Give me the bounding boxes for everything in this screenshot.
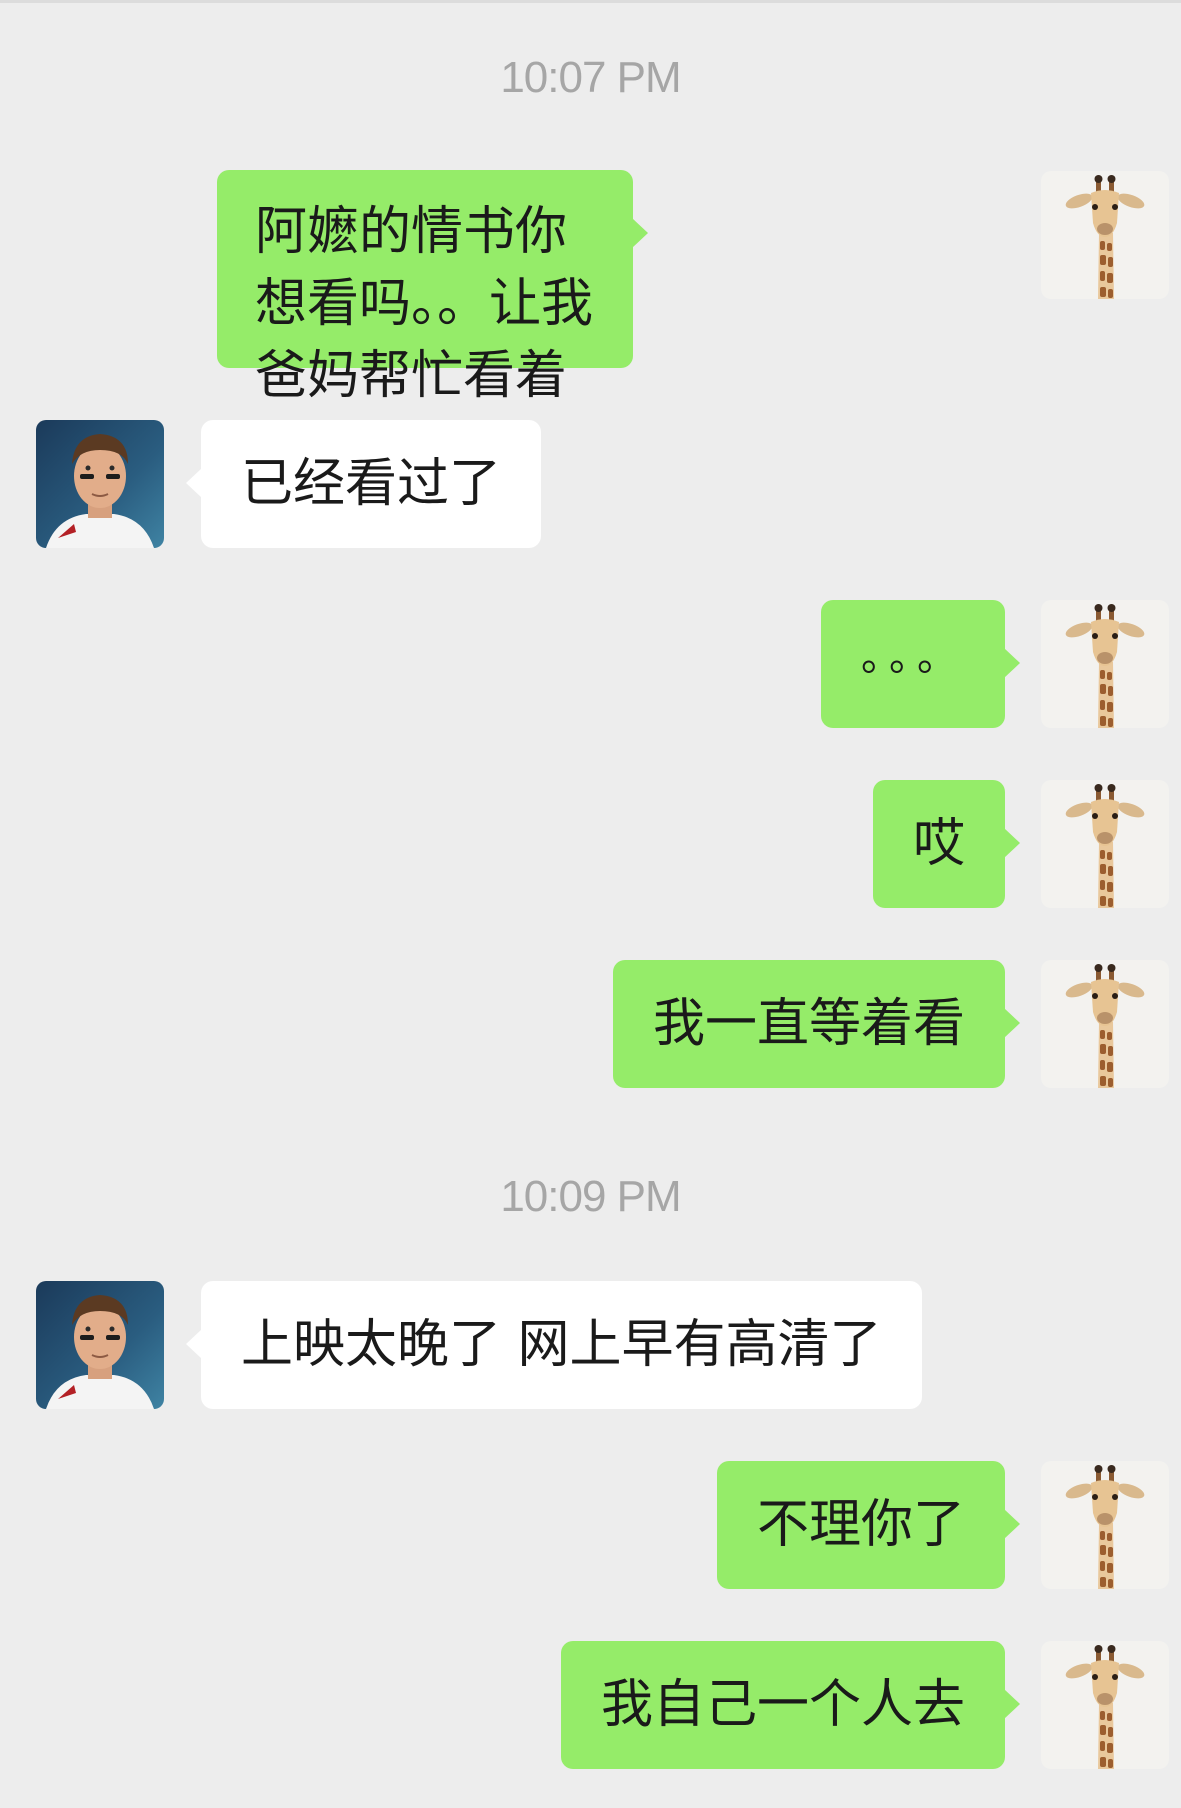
message-bubble-mine[interactable]: 。。。 <box>821 600 1020 728</box>
giraffe-avatar-icon[interactable] <box>1041 171 1169 299</box>
giraffe-avatar-icon[interactable] <box>1041 1641 1169 1769</box>
message-text: 哎 <box>912 814 965 874</box>
message-bubble-mine[interactable]: 不理你了 <box>716 1461 1021 1589</box>
giraffe-avatar-icon[interactable] <box>1041 1461 1169 1589</box>
message-bubble-theirs[interactable]: 已经看过了 <box>185 420 542 548</box>
message-bubble-mine[interactable]: 哎 <box>872 780 1021 908</box>
giraffe-avatar-icon[interactable] <box>1041 960 1169 1088</box>
message-text: 已经看过了 <box>241 454 502 514</box>
message-bubble-mine[interactable]: 我一直等着看 <box>612 960 1021 1088</box>
message-text: 不理你了 <box>756 1495 965 1555</box>
message-text: 。。。 <box>861 634 965 680</box>
top-divider <box>0 0 1181 3</box>
message-text: 我自己一个人去 <box>600 1675 965 1735</box>
man-portrait-avatar-icon[interactable] <box>36 1281 164 1409</box>
timestamp: 10:07 PM <box>500 53 681 102</box>
giraffe-avatar-icon[interactable] <box>1041 600 1169 728</box>
message-text: 我一直等着看 <box>652 994 965 1054</box>
message-text: 上映太晚了 网上早有高清了 <box>241 1315 882 1375</box>
message-bubble-mine[interactable]: 阿嬷的情书你想看吗。。让我爸妈帮忙看着宝宝? <box>217 170 648 478</box>
message-bubble-theirs[interactable]: 上映太晚了 网上早有高清了 <box>186 1281 922 1409</box>
giraffe-avatar-icon[interactable] <box>1041 780 1169 908</box>
man-portrait-avatar-icon[interactable] <box>36 420 164 548</box>
message-bubble-mine[interactable]: 我自己一个人去 <box>560 1641 1021 1769</box>
timestamp: 10:09 PM <box>500 1172 681 1221</box>
